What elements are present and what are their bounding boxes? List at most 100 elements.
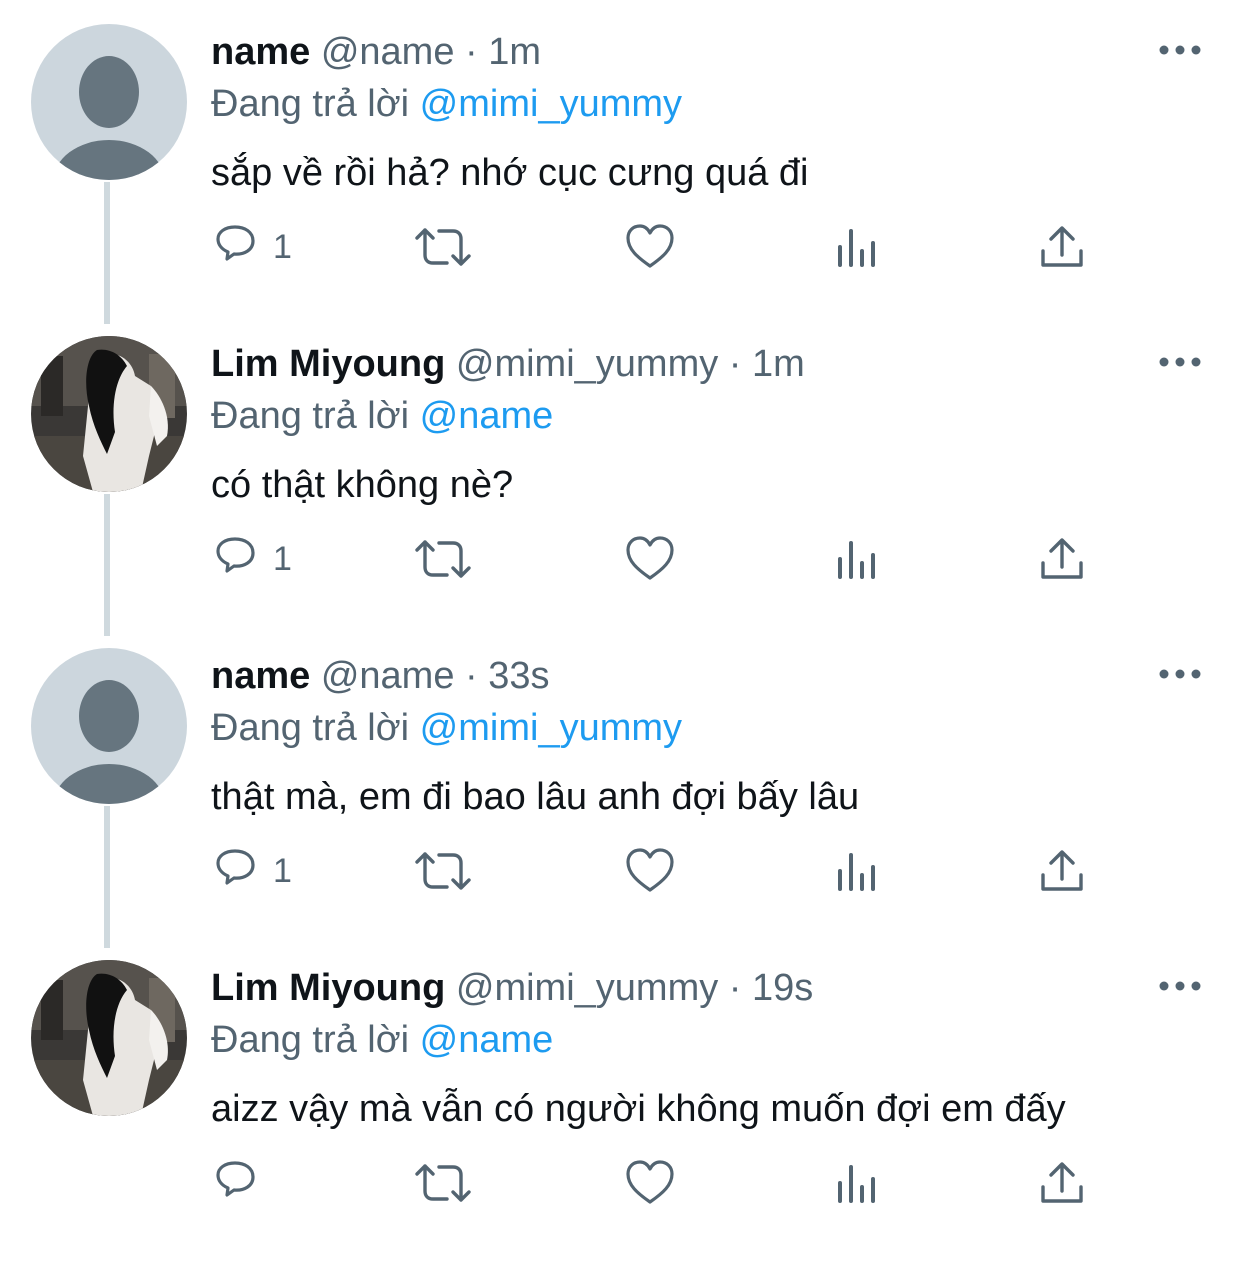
photo-avatar-icon [31, 960, 187, 1116]
tweet-header: name @name · 33s [211, 648, 550, 704]
author-handle[interactable]: @mimi_yummy [456, 343, 718, 385]
like-icon [626, 1160, 674, 1204]
avatar[interactable] [31, 24, 187, 180]
more-icon[interactable] [1158, 38, 1202, 62]
tweet-header: name @name · 1m [211, 24, 541, 80]
views-icon [838, 541, 875, 579]
reply-count: 1 [273, 539, 292, 578]
more-icon[interactable] [1158, 662, 1202, 686]
author-name[interactable]: Lim Miyoung [211, 967, 445, 1009]
retweet-button[interactable] [413, 836, 473, 906]
retweet-icon [415, 228, 471, 266]
more-icon[interactable] [1158, 350, 1202, 374]
retweet-button[interactable] [413, 212, 473, 282]
retweet-icon [415, 852, 471, 890]
share-button[interactable] [1039, 524, 1085, 594]
tweet-text: thật mà, em đi bao lâu anh đợi bấy lâu [211, 776, 860, 818]
timestamp[interactable]: 19s [752, 967, 813, 1009]
views-button[interactable] [835, 212, 879, 282]
retweet-button[interactable] [413, 1148, 473, 1218]
views-button[interactable] [835, 524, 879, 594]
author-handle[interactable]: @name [321, 31, 455, 73]
retweet-icon [415, 1164, 471, 1202]
more-icon[interactable] [1158, 974, 1202, 998]
views-icon [838, 853, 875, 891]
reply-count: 1 [273, 851, 292, 890]
reply-mention[interactable]: @mimi_yummy [420, 707, 682, 749]
share-button[interactable] [1039, 836, 1085, 906]
like-button[interactable] [625, 1148, 675, 1218]
tweet-header: Lim Miyoung @mimi_yummy · 19s [211, 960, 813, 1016]
reply-mention[interactable]: @mimi_yummy [420, 83, 682, 125]
author-name[interactable]: name [211, 31, 310, 73]
timestamp[interactable]: 33s [488, 655, 549, 697]
share-icon [1041, 538, 1083, 579]
replying-to: Đang trả lời @name [211, 388, 553, 444]
views-button[interactable] [835, 836, 879, 906]
like-button[interactable] [625, 836, 675, 906]
tweet-text: có thật không nè? [211, 464, 514, 506]
tweet-actions [211, 1148, 1111, 1218]
author-handle[interactable]: @mimi_yummy [456, 967, 718, 1009]
separator: · [465, 655, 478, 697]
views-icon [838, 1165, 875, 1203]
reply-mention[interactable]: @name [420, 1019, 554, 1061]
share-icon [1041, 850, 1083, 891]
reply-button[interactable]: 1 [213, 524, 292, 594]
replying-to: Đang trả lời @mimi_yummy [211, 700, 682, 756]
separator: · [728, 343, 742, 385]
author-name[interactable]: name [211, 655, 310, 697]
replying-to: Đang trả lời @mimi_yummy [211, 76, 682, 132]
like-button[interactable] [625, 524, 675, 594]
default-avatar-icon [31, 648, 187, 804]
share-icon [1041, 226, 1083, 267]
reply-prefix: Đang trả lời [211, 83, 410, 125]
reply-prefix: Đang trả lời [211, 395, 410, 437]
like-icon [626, 224, 674, 268]
like-button[interactable] [625, 212, 675, 282]
retweet-button[interactable] [413, 524, 473, 594]
reply-button[interactable] [213, 1148, 273, 1218]
like-icon [626, 536, 674, 580]
timestamp[interactable]: 1m [752, 343, 805, 385]
reply-button[interactable]: 1 [213, 212, 292, 282]
tweet[interactable]: name @name · 33s Đang trả lời @mimi_yumm… [0, 648, 1242, 960]
retweet-icon [415, 540, 471, 578]
like-icon [626, 848, 674, 892]
separator: · [728, 967, 742, 1009]
reply-icon [216, 1161, 255, 1197]
default-avatar-icon [31, 24, 187, 180]
reply-icon [216, 849, 255, 885]
tweet[interactable]: Lim Miyoung @mimi_yummy · 1m Đang trả lờ… [0, 336, 1242, 648]
author-handle[interactable]: @name [321, 655, 455, 697]
replying-to: Đang trả lời @name [211, 1012, 553, 1068]
views-button[interactable] [835, 1148, 879, 1218]
avatar[interactable] [31, 336, 187, 492]
share-button[interactable] [1039, 212, 1085, 282]
avatar[interactable] [31, 648, 187, 804]
tweet[interactable]: name @name · 1m Đang trả lời @mimi_yummy… [0, 24, 1242, 336]
tweet-actions: 1 [211, 836, 1111, 906]
tweet-text: sắp về rồi hả? nhớ cục cưng quá đi [211, 152, 809, 194]
author-name[interactable]: Lim Miyoung [211, 343, 445, 385]
reply-prefix: Đang trả lời [211, 1019, 410, 1061]
tweet-header: Lim Miyoung @mimi_yummy · 1m [211, 336, 805, 392]
tweet-actions: 1 [211, 524, 1111, 594]
tweet-actions: 1 [211, 212, 1111, 282]
photo-avatar-icon [31, 336, 187, 492]
reply-button[interactable]: 1 [213, 836, 292, 906]
separator: · [465, 31, 478, 73]
views-icon [838, 229, 875, 267]
reply-prefix: Đang trả lời [211, 707, 410, 749]
timestamp[interactable]: 1m [488, 31, 541, 73]
tweet[interactable]: Lim Miyoung @mimi_yummy · 19s Đang trả l… [0, 960, 1242, 1272]
tweet-text: aizz vậy mà vẫn có người không muốn đợi … [211, 1088, 1066, 1130]
reply-icon [216, 225, 255, 261]
reply-icon [216, 537, 255, 573]
share-button[interactable] [1039, 1148, 1085, 1218]
share-icon [1041, 1162, 1083, 1203]
avatar[interactable] [31, 960, 187, 1116]
reply-mention[interactable]: @name [420, 395, 554, 437]
reply-count: 1 [273, 227, 292, 266]
reply-thread: name @name · 1m Đang trả lời @mimi_yummy… [0, 0, 1242, 1240]
